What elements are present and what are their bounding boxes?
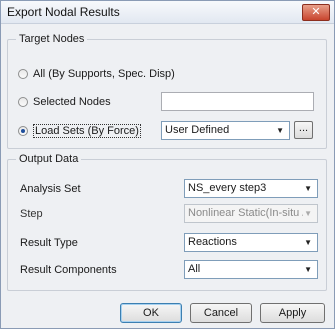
- load-set-browse-button[interactable]: ...: [294, 121, 313, 139]
- dialog-title: Export Nodal Results: [7, 5, 120, 19]
- close-button[interactable]: ✕: [302, 4, 330, 21]
- radio-all-label: All (By Supports, Spec. Disp): [33, 68, 175, 80]
- apply-button[interactable]: Apply: [260, 303, 325, 323]
- radio-selected-nodes-label: Selected Nodes: [33, 96, 111, 108]
- cancel-button[interactable]: Cancel: [190, 303, 252, 323]
- chevron-down-icon: ▼: [276, 126, 284, 135]
- result-components-label: Result Components: [20, 264, 117, 276]
- chevron-down-icon: ▼: [304, 238, 312, 247]
- chevron-down-icon: ▼: [304, 265, 312, 274]
- output-data-group: Output Data Analysis Set NS_every step3 …: [7, 153, 327, 291]
- target-nodes-group: Target Nodes All (By Supports, Spec. Dis…: [7, 33, 327, 149]
- ok-button[interactable]: OK: [120, 303, 182, 323]
- target-nodes-legend: Target Nodes: [16, 33, 88, 45]
- selected-nodes-input[interactable]: [161, 92, 314, 111]
- radio-selected-nodes-indicator[interactable]: [18, 97, 28, 107]
- result-type-label: Result Type: [20, 237, 78, 249]
- export-nodal-results-dialog: Export Nodal Results ✕ Target Nodes All …: [0, 0, 335, 329]
- radio-load-sets-label: Load Sets (By Force): [33, 124, 141, 138]
- chevron-down-icon: ▼: [304, 184, 312, 193]
- radio-load-sets[interactable]: Load Sets (By Force): [18, 124, 141, 138]
- load-set-select[interactable]: User Defined ▼: [161, 121, 290, 140]
- step-value: Nonlinear Static(In-situ /: [188, 207, 303, 219]
- close-icon: ✕: [311, 6, 321, 18]
- radio-all-indicator[interactable]: [18, 69, 28, 79]
- result-components-select[interactable]: All ▼: [184, 260, 318, 279]
- radio-all[interactable]: All (By Supports, Spec. Disp): [18, 68, 175, 80]
- radio-load-sets-indicator[interactable]: [18, 126, 28, 136]
- analysis-set-label: Analysis Set: [20, 183, 81, 195]
- output-data-legend: Output Data: [16, 153, 82, 165]
- result-components-value: All: [188, 263, 201, 275]
- chevron-down-icon: ▼: [304, 209, 312, 218]
- load-set-value: User Defined: [165, 124, 230, 136]
- result-type-select[interactable]: Reactions ▼: [184, 233, 318, 252]
- analysis-set-value: NS_every step3: [188, 182, 267, 194]
- step-label: Step: [20, 208, 43, 220]
- radio-selected-nodes[interactable]: Selected Nodes: [18, 96, 111, 108]
- step-select: Nonlinear Static(In-situ / ▼: [184, 204, 318, 223]
- title-bar[interactable]: Export Nodal Results ✕: [1, 1, 334, 24]
- result-type-value: Reactions: [188, 236, 237, 248]
- analysis-set-select[interactable]: NS_every step3 ▼: [184, 179, 318, 198]
